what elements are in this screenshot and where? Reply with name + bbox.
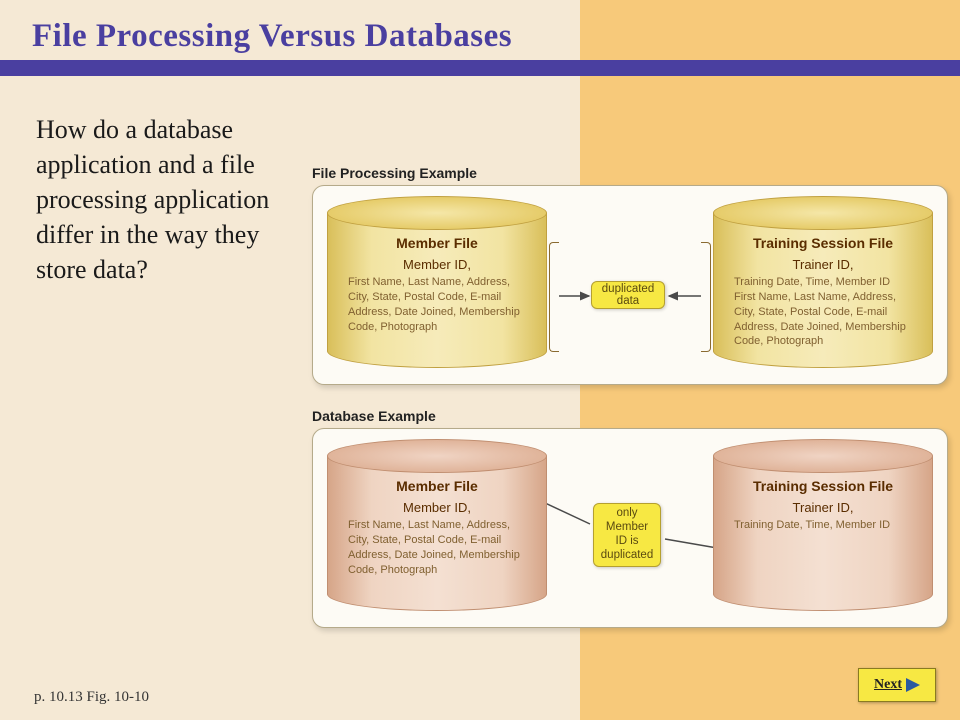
- cylinder-fields: First Name, Last Name, Address, City, St…: [342, 275, 532, 334]
- next-arrow-icon: [906, 678, 920, 692]
- cylinder-fields: Training Date, Time, Member ID: [728, 518, 918, 533]
- page-title: File Processing Versus Databases: [32, 18, 928, 55]
- right-bracket: [701, 242, 711, 352]
- title-bar: File Processing Versus Databases: [32, 18, 928, 55]
- next-button[interactable]: Next: [858, 668, 936, 702]
- cylinder-fields: First Name, Last Name, Address, City, St…: [342, 518, 532, 577]
- member-file-cylinder-db: Member File Member ID, First Name, Last …: [327, 439, 547, 611]
- cylinder-key: Member ID,: [342, 500, 532, 515]
- training-file-cylinder-db: Training Session File Trainer ID, Traini…: [713, 439, 933, 611]
- cylinder-key: Trainer ID,: [728, 500, 918, 515]
- left-bracket: [549, 242, 559, 352]
- only-member-id-tag: only Member ID is duplicated: [593, 503, 661, 567]
- file-processing-diagram: Member File Member ID, First Name, Last …: [312, 185, 948, 385]
- title-underline: [0, 60, 960, 76]
- cylinder-key: Trainer ID,: [728, 257, 918, 272]
- cylinder-fields: Training Date, Time, Member ID First Nam…: [728, 275, 918, 349]
- cylinder-title: Training Session File: [728, 235, 918, 251]
- page-reference: p. 10.13 Fig. 10-10: [34, 689, 149, 706]
- database-label: Database Example: [312, 408, 436, 424]
- duplicated-data-tag: duplicated data: [591, 281, 665, 309]
- question-text: How do a database application and a file…: [36, 112, 296, 287]
- training-file-cylinder: Training Session File Trainer ID, Traini…: [713, 196, 933, 368]
- cylinder-title: Training Session File: [728, 478, 918, 494]
- cylinder-title: Member File: [342, 478, 532, 494]
- database-diagram: Member File Member ID, First Name, Last …: [312, 428, 948, 628]
- cylinder-title: Member File: [342, 235, 532, 251]
- next-label: Next: [874, 677, 902, 693]
- cylinder-key: Member ID,: [342, 257, 532, 272]
- member-file-cylinder: Member File Member ID, First Name, Last …: [327, 196, 547, 368]
- file-processing-label: File Processing Example: [312, 165, 477, 181]
